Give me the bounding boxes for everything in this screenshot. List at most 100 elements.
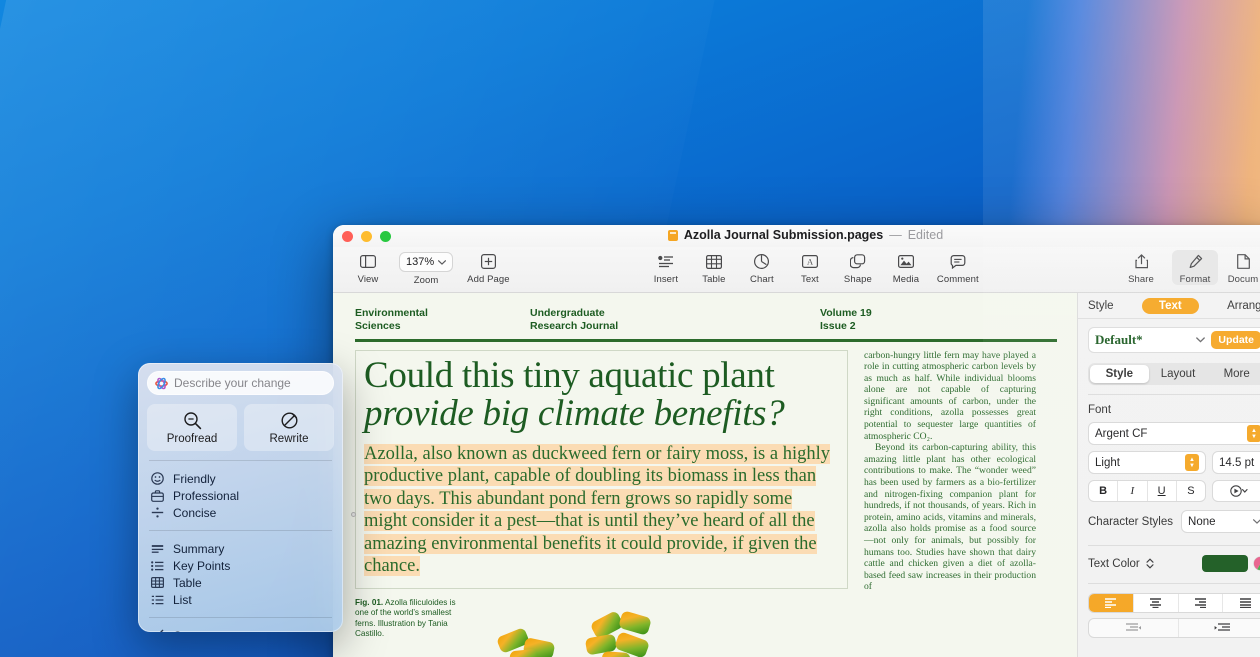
font-style-row: B I U S [1088, 480, 1260, 502]
smiley-icon [151, 472, 164, 485]
chevron-down-icon[interactable] [1196, 337, 1206, 343]
share-upload-icon [1134, 252, 1148, 271]
font-family-stepper[interactable]: ▲ ▼ [1247, 425, 1260, 442]
briefcase-icon [151, 489, 164, 502]
font-family-selector[interactable]: Argent CF ▲ ▼ [1088, 422, 1260, 445]
text-color-label: Text Color [1088, 557, 1140, 570]
masthead-rule [355, 339, 1057, 342]
menu-label-concise: Concise [173, 505, 217, 520]
document-button[interactable]: Docum [1220, 250, 1260, 285]
menu-item-table[interactable]: Table [147, 574, 334, 591]
font-weight-stepper[interactable]: ▲ ▼ [1185, 454, 1199, 471]
zoom-pill[interactable]: 137% [399, 252, 454, 272]
list-icon [151, 595, 164, 605]
text-color-row: Text Color [1088, 555, 1260, 572]
view-button[interactable]: View [345, 250, 391, 285]
table-button[interactable]: Table [691, 250, 737, 285]
selection-handle[interactable] [351, 512, 356, 517]
font-style-buttons: B I U S [1088, 480, 1206, 502]
masthead-left: Environmental Sciences [355, 307, 530, 332]
chart-button[interactable]: Chart [739, 250, 785, 285]
toolbar-left-group: View 137% Zoom Add Page [345, 250, 516, 286]
up-down-chevrons-icon[interactable] [1146, 558, 1154, 569]
toolbar-right-group: Share Format Docum [1112, 250, 1260, 285]
increase-indent-button[interactable] [1179, 619, 1260, 637]
format-button[interactable]: Format [1172, 250, 1218, 285]
document-column-right[interactable]: carbon-hungry little fern may have playe… [864, 350, 1036, 657]
align-justify-button[interactable] [1223, 594, 1260, 612]
menu-item-summary[interactable]: Summary [147, 540, 334, 557]
app-toolbar: View 137% Zoom Add Page Insert Table Cha… [333, 247, 1260, 293]
desktop-wallpaper: Azolla Journal Submission.pages — Edited… [0, 0, 1260, 657]
menu-item-friendly[interactable]: Friendly [147, 470, 334, 487]
column-right-paragraph-2: Beyond its carbon-capturing ability, thi… [864, 442, 1036, 593]
menu-label-key-points: Key Points [173, 558, 231, 573]
font-size-value: 14.5 pt [1219, 456, 1255, 469]
inspector-body: Default* Update Style Layout More Font A… [1078, 319, 1260, 638]
text-color-controls[interactable] [1202, 555, 1260, 572]
italic-button[interactable]: I [1118, 481, 1148, 501]
document-masthead: Environmental Sciences Undergraduate Res… [355, 307, 1057, 332]
align-center-button[interactable] [1134, 594, 1179, 612]
text-effects-menu[interactable] [1212, 480, 1260, 502]
text-effects-icon[interactable] [1213, 481, 1260, 501]
color-wheel-icon[interactable] [1253, 556, 1260, 571]
align-right-button[interactable] [1179, 594, 1224, 612]
share-button[interactable]: Share [1112, 250, 1170, 285]
paragraph-style-selector[interactable]: Default* Update [1088, 327, 1260, 353]
comment-button[interactable]: Comment [931, 250, 985, 285]
bold-button[interactable]: B [1089, 481, 1119, 501]
menu-item-concise[interactable]: Concise [147, 504, 334, 521]
document-canvas[interactable]: Environmental Sciences Undergraduate Res… [333, 293, 1078, 657]
menu-item-key-points[interactable]: Key Points [147, 557, 334, 574]
subtab-layout[interactable]: Layout [1149, 365, 1208, 383]
text-color-swatch[interactable] [1202, 555, 1248, 572]
menu-item-compose[interactable]: Compose... [147, 627, 334, 632]
describe-change-input[interactable]: Describe your change [147, 371, 334, 395]
add-page-button[interactable]: Add Page [461, 250, 516, 285]
tab-text[interactable]: Text [1141, 297, 1199, 314]
popover-divider-3 [149, 617, 332, 618]
tab-arrange[interactable]: Arrange [1227, 300, 1260, 312]
zoom-control[interactable]: 137% Zoom [393, 250, 459, 286]
underline-button[interactable]: U [1148, 481, 1177, 501]
text-button[interactable]: A Text [787, 250, 833, 285]
document-page[interactable]: Environmental Sciences Undergraduate Res… [333, 293, 1077, 657]
document-main-column: Could this tiny aquatic plant provide bi… [355, 349, 848, 657]
window-title[interactable]: Azolla Journal Submission.pages [684, 228, 883, 242]
font-weight-selector[interactable]: Light ▲ ▼ [1088, 451, 1206, 474]
insert-button[interactable]: Insert [643, 250, 689, 285]
rewrite-button[interactable]: Rewrite [244, 404, 334, 451]
align-left-button[interactable] [1089, 594, 1134, 612]
font-size-field[interactable]: 14.5 pt [1212, 451, 1260, 474]
title-separator: — [889, 228, 902, 242]
describe-change-placeholder: Describe your change [174, 376, 291, 390]
proofread-button[interactable]: Proofread [147, 404, 237, 451]
inspector-top-tabs: Style Text Arrange [1078, 293, 1260, 319]
shape-button[interactable]: Shape [835, 250, 881, 285]
media-label: Media [892, 274, 920, 285]
window-content: Environmental Sciences Undergraduate Res… [333, 293, 1260, 657]
menu-label-list: List [173, 592, 192, 607]
subtab-more[interactable]: More [1207, 365, 1260, 383]
menu-item-list[interactable]: List [147, 591, 334, 608]
article-lede[interactable]: Azolla, also known as duckweed fern or f… [364, 443, 839, 578]
plus-square-icon [480, 252, 496, 271]
svg-text:A: A [807, 258, 813, 267]
update-style-button[interactable]: Update [1211, 331, 1260, 349]
character-styles-selector[interactable]: None [1181, 510, 1260, 533]
font-weight-size-row: Light ▲ ▼ 14.5 pt [1088, 451, 1260, 474]
masthead-mid-line1: Undergraduate [530, 307, 605, 319]
zoom-label: Zoom [413, 275, 439, 286]
figure-illustration[interactable] [480, 606, 848, 657]
bullet-list-icon [151, 560, 164, 571]
strikethrough-button[interactable]: S [1177, 481, 1205, 501]
media-button[interactable]: Media [883, 250, 929, 285]
decrease-indent-button[interactable] [1089, 619, 1179, 637]
chart-pie-icon [754, 252, 770, 271]
tab-style[interactable]: Style [1088, 300, 1114, 312]
subtab-style[interactable]: Style [1090, 365, 1149, 383]
writing-tools-popover: Describe your change Proofread Rewrite F… [138, 363, 343, 632]
headline-text-box[interactable]: Could this tiny aquatic plant provide bi… [355, 349, 848, 589]
menu-item-professional[interactable]: Professional [147, 487, 334, 504]
